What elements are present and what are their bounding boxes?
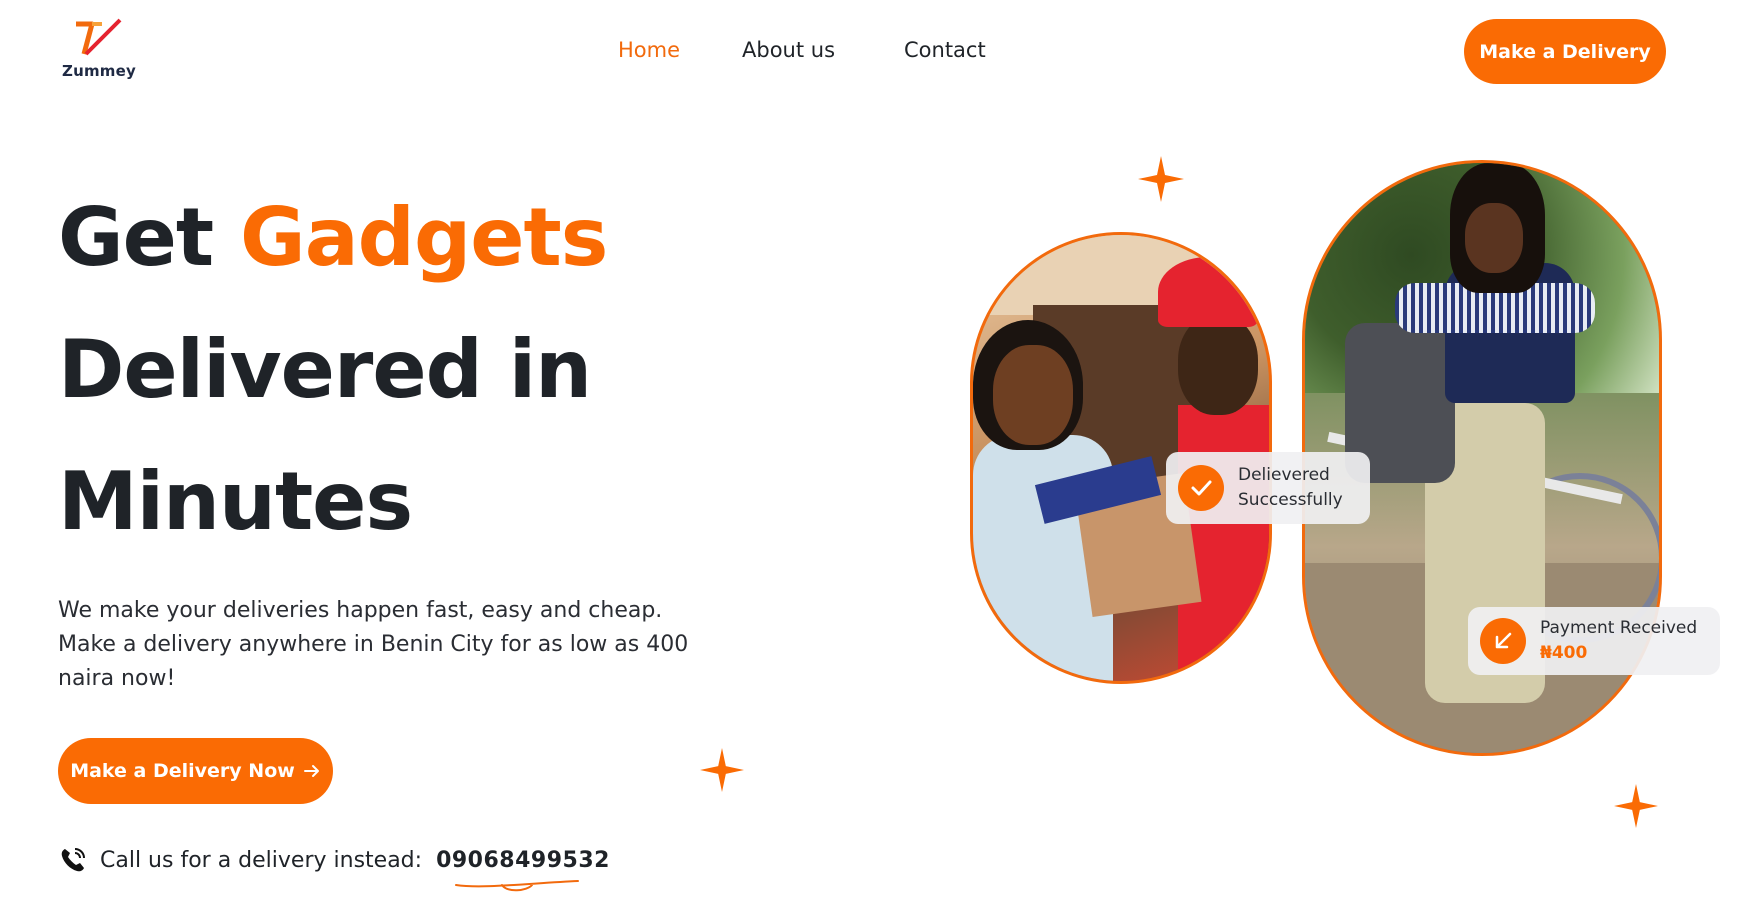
phone-icon bbox=[61, 848, 85, 872]
logo-text: Zummey bbox=[62, 62, 136, 80]
arrow-right-icon bbox=[303, 765, 319, 777]
underline-swash bbox=[455, 880, 579, 892]
sparkle-icon bbox=[1614, 784, 1658, 828]
payment-amount: ₦400 bbox=[1540, 643, 1588, 663]
nav-home[interactable]: Home bbox=[618, 38, 680, 62]
make-delivery-now-label: Make a Delivery Now bbox=[70, 760, 295, 782]
headline-line3: Minutes bbox=[58, 455, 413, 548]
nav-contact[interactable]: Contact bbox=[904, 38, 986, 62]
payment-badge: Payment Received ₦400 bbox=[1468, 607, 1720, 675]
headline-line2: Delivered in bbox=[58, 323, 592, 416]
hero-headline: Get Gadgets Delivered in Minutes bbox=[58, 172, 608, 568]
headline-word1: Get bbox=[58, 191, 214, 284]
arrow-down-left-icon bbox=[1480, 618, 1526, 664]
make-delivery-button[interactable]: Make a Delivery bbox=[1464, 19, 1666, 84]
delivered-line2: Successfully bbox=[1238, 490, 1343, 510]
nav-about[interactable]: About us bbox=[742, 38, 835, 62]
sparkle-icon bbox=[700, 748, 744, 792]
delivered-line1: Delievered bbox=[1238, 465, 1330, 485]
logo[interactable]: Zummey bbox=[62, 16, 142, 80]
make-delivery-now-button[interactable]: Make a Delivery Now bbox=[58, 738, 333, 804]
logo-mark-icon bbox=[76, 18, 122, 56]
hero-description: We make your deliveries happen fast, eas… bbox=[58, 598, 689, 691]
delivered-badge: Delievered Successfully bbox=[1166, 452, 1370, 524]
sparkle-icon bbox=[1138, 156, 1184, 202]
payment-label: Payment Received bbox=[1540, 618, 1698, 638]
call-number[interactable]: 09068499532 bbox=[436, 848, 610, 873]
call-text: Call us for a delivery instead: bbox=[100, 847, 423, 873]
checkmark-icon bbox=[1178, 465, 1224, 511]
call-line: Call us for a delivery instead: 09068499… bbox=[58, 845, 610, 875]
headline-accent: Gadgets bbox=[240, 191, 608, 284]
